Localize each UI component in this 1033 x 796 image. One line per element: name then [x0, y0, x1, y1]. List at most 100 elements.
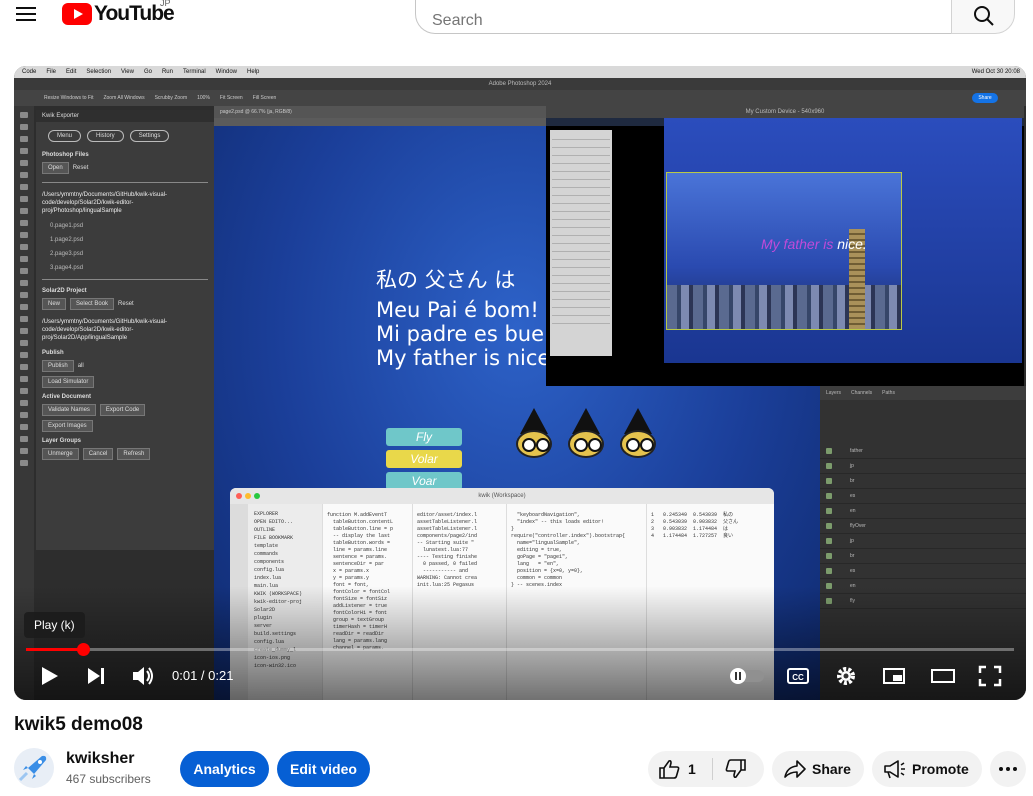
like-button[interactable]: 1	[648, 751, 712, 787]
canvas-line-en: My father is nice	[376, 346, 551, 370]
explorer-item: OUTLINE	[254, 527, 276, 533]
code-line: 3 0.903832 1.174484 は	[651, 526, 729, 532]
code-line: sentenceDir = par	[327, 561, 385, 567]
autoplay-toggle[interactable]	[728, 661, 766, 691]
layer-row: br	[820, 549, 1026, 564]
more-horizontal-icon	[999, 767, 1017, 771]
explorer-item: components	[254, 559, 285, 565]
search-button[interactable]	[951, 0, 1015, 34]
code-line: assetTableListener.l	[417, 526, 478, 532]
channel-avatar[interactable]	[14, 748, 54, 788]
youtube-logo[interactable]: YouTube	[62, 2, 175, 26]
volume-button[interactable]	[130, 661, 156, 691]
paths-tab: Paths	[882, 390, 895, 396]
layer-row: en	[820, 504, 1026, 519]
code-line: -- Starting suite "	[417, 540, 475, 546]
analytics-button[interactable]: Analytics	[180, 751, 269, 787]
current-time: 0:01	[172, 668, 198, 683]
kwik-title: Kwik Exporter	[36, 110, 214, 122]
search-input[interactable]	[415, 0, 952, 34]
share-button[interactable]: Share	[772, 751, 864, 787]
masthead: YouTube JP	[0, 0, 1033, 40]
duration: 0:21	[208, 668, 234, 683]
subscriber-count: 467 subscribers	[66, 772, 151, 786]
kwik-select-book: Select Book	[70, 298, 115, 310]
kwik-layer-groups: Layer Groups	[42, 438, 82, 444]
megaphone-icon	[884, 760, 905, 779]
kwik-cancel: Cancel	[82, 448, 114, 460]
menu-icon[interactable]	[14, 4, 38, 24]
explorer-item: commands	[254, 551, 279, 557]
kwik-file: 0.page1.psd	[50, 223, 84, 229]
ps-option: Fill Screen	[252, 95, 277, 101]
miniplayer-icon	[883, 668, 905, 684]
progress-played	[26, 648, 84, 651]
layers-tab: Layers	[826, 390, 842, 396]
layer-row: jp	[820, 534, 1026, 549]
ps-option: Fit Screen	[219, 95, 243, 101]
photoshop-title: Adobe Photoshop 2024	[14, 78, 1026, 90]
simulator-sentence: My father is nice.	[761, 236, 867, 252]
video-player[interactable]: Code File Edit Selection View Go Run Terminal Wi…	[14, 66, 1026, 700]
code-line: sentence = params.	[327, 554, 388, 560]
time-display: 0:01 / 0:21	[172, 668, 234, 683]
autoplay-icon	[730, 668, 764, 684]
code-line: -- display the last	[327, 533, 391, 539]
vscode-title: kwik (Workspace)	[478, 493, 526, 499]
kwik-exporter-panel: Kwik Exporter Menu History Settings Phot…	[36, 110, 214, 550]
layer-row: father	[820, 444, 1026, 459]
canvas-line-pt: Meu Pai é bom!	[376, 298, 539, 322]
code-line: tableButton.line = p	[327, 526, 394, 532]
like-count: 1	[688, 761, 696, 777]
miniplayer-button[interactable]	[882, 661, 906, 691]
play-button[interactable]	[38, 661, 62, 691]
simulator-screen: My father is nice.	[664, 118, 1022, 363]
promote-button[interactable]: Promote	[872, 751, 982, 787]
kwik-new: New	[42, 298, 67, 310]
kwik-all: all	[77, 363, 84, 369]
explorer-item: index.lua	[254, 575, 282, 581]
kwik-open: Open	[42, 162, 69, 174]
code-line: function M.addEventT	[327, 512, 388, 518]
layer-row: jp	[820, 459, 1026, 474]
edit-video-button[interactable]: Edit video	[277, 751, 370, 787]
kwik-file: 1.page2.psd	[50, 237, 84, 243]
dislike-button[interactable]	[713, 751, 764, 787]
kwik-unmerge: Unmerge	[42, 448, 79, 460]
kwik-export-images: Export Images	[42, 420, 93, 432]
theater-button[interactable]	[930, 661, 956, 691]
simulator-title: My Custom Device - 540x960	[546, 106, 1024, 118]
code-line: 2 0.543039 0.903832 父さん	[651, 519, 739, 525]
code-line: require("controller.index").bootstrap{	[511, 533, 626, 539]
layer-row: es	[820, 564, 1026, 579]
doc-tab: page2.psd @ 66.7% (ja, RGB/8)	[214, 106, 594, 118]
captions-button[interactable]: CC	[786, 661, 810, 691]
video-title: kwik5 demo08	[14, 714, 143, 735]
like-dislike-group: 1	[648, 751, 764, 787]
witch-image	[512, 408, 558, 462]
country-code: JP	[160, 0, 171, 8]
code-line: line = params.line	[327, 547, 388, 553]
kwik-file: 3.page4.psd	[50, 265, 84, 271]
next-button[interactable]	[84, 661, 108, 691]
more-actions-button[interactable]	[990, 751, 1026, 787]
thumbs-up-icon	[659, 759, 680, 779]
canvas-button-fly: Fly	[386, 428, 462, 446]
explorer-item: OPEN EDITO...	[254, 519, 294, 525]
code-line: }	[511, 526, 515, 532]
simulator-frame: My father is nice.	[666, 172, 902, 330]
svg-text:CC: CC	[792, 673, 804, 682]
layer-row: br	[820, 474, 1026, 489]
mac-menu-item: Go	[143, 69, 152, 75]
settings-button[interactable]	[834, 661, 858, 691]
fullscreen-button[interactable]	[978, 661, 1002, 691]
progress-bar[interactable]	[26, 643, 1014, 656]
mac-menu-item: Help	[247, 69, 260, 75]
kwik-file: 2.page3.psd	[50, 251, 84, 257]
explorer-item: config.lua	[254, 567, 285, 573]
mac-menu-item: Edit	[66, 69, 77, 75]
city-skyline	[667, 285, 901, 329]
channel-name[interactable]: kwiksher	[66, 750, 134, 768]
canvas-line-es: Mi padre es bue	[376, 322, 545, 346]
play-icon	[42, 667, 58, 685]
